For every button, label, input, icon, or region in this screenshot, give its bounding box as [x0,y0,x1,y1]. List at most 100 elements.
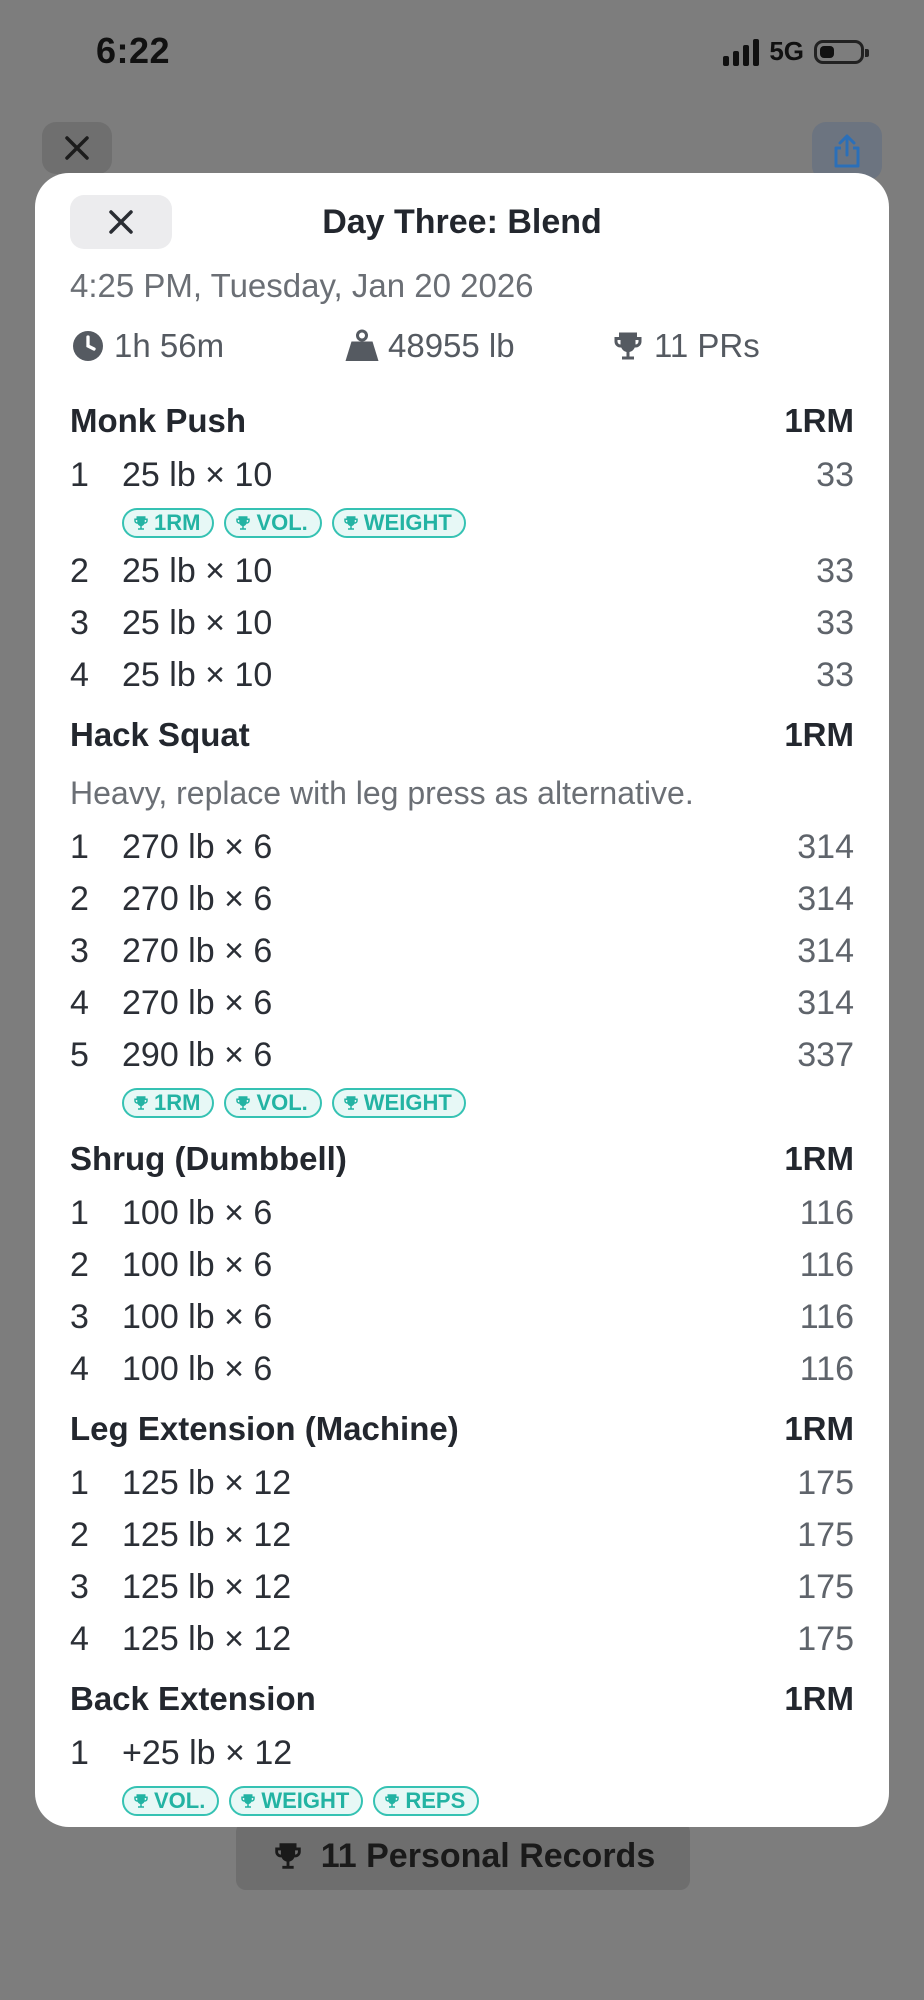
prs-value: 11 PRs [654,327,760,364]
set-estimated-1rm: 116 [799,1349,854,1388]
set-number: 1 [70,1193,89,1232]
set-row: 3 100 lb × 6 116 [70,1291,854,1343]
trophy-icon [134,516,148,530]
set-number: 3 [70,1297,89,1336]
share-icon [834,134,860,168]
network-label: 5G [769,36,804,66]
pr-badge: VOL. [122,1786,220,1816]
set-estimated-1rm: 116 [799,1193,854,1232]
set-row: 4 100 lb × 6 116 [70,1343,854,1395]
set-number: 2 [70,879,89,918]
exercise-block: Hack Squat 1RM Heavy, replace with leg pre… [70,707,854,1125]
weight-icon [345,329,379,361]
set-number: 1 [70,1463,89,1502]
exercise-header[interactable]: Shrug (Dumbbell) 1RM [70,1131,854,1187]
set-estimated-1rm: 314 [797,879,854,918]
set-weight-reps: 100 lb × 6 [122,1297,273,1336]
set-row: 4 270 lb × 6 314 [70,977,854,1029]
set-estimated-1rm: 175 [797,1619,854,1658]
set-number: 2 [70,551,89,590]
pr-badge: WEIGHT [331,508,466,538]
trophy-icon [385,1794,400,1808]
workout-stats: 1h 56m 48955 lb 11 PRs [70,327,854,371]
set-weight-reps: 100 lb × 6 [122,1349,273,1388]
pr-badge-label: WEIGHT [363,510,452,535]
exercise-metric-label: 1RM [784,716,854,753]
exercise-header[interactable]: Monk Push 1RM [70,393,854,449]
set-weight-reps: 100 lb × 6 [122,1193,273,1232]
set-number: 2 [70,1245,89,1284]
set-row: 1 100 lb × 6 116 [70,1187,854,1239]
pr-badge: WEIGHT [229,1786,364,1816]
set-number: 5 [70,1035,89,1074]
set-row: 3 125 lb × 12 175 [70,1561,854,1613]
set-weight-reps: 270 lb × 6 [122,931,273,970]
set-estimated-1rm: 116 [799,1297,854,1336]
set-row: 4 25 lb × 10 33 [70,649,854,701]
trophy-icon [134,1794,148,1808]
exercise-header[interactable]: Leg Extension (Machine) 1RM [70,1401,854,1457]
prs-stat: 11 PRs [610,327,760,365]
pr-badge-label: VOL. [256,510,308,535]
set-number: 4 [70,655,89,694]
battery-icon [814,39,869,64]
set-estimated-1rm: 314 [797,827,854,866]
set-weight-reps: 270 lb × 6 [122,983,273,1022]
exercise-name: Monk Push [70,402,247,439]
set-estimated-1rm: 314 [797,931,854,970]
trophy-icon [241,1794,256,1808]
set-number: 2 [70,1515,89,1554]
set-number: 4 [70,1349,89,1388]
set-weight-reps: 125 lb × 12 [122,1515,292,1554]
set-row: 1 +25 lb × 12 [70,1727,854,1779]
set-number: 1 [70,455,89,494]
set-weight-reps: 270 lb × 6 [122,879,273,918]
exercise-block: Back Extension 1RM 1 +25 lb × 12 VOL. WEIGHT R… [70,1671,854,1823]
close-icon [65,136,89,160]
pr-badge: 1RM [122,1088,215,1118]
exercise-metric-label: 1RM [784,402,854,439]
exercise-header[interactable]: Hack Squat 1RM [70,707,854,763]
set-weight-reps: 100 lb × 6 [122,1245,273,1284]
set-weight-reps: 125 lb × 12 [122,1567,292,1606]
exercise-note: Heavy, replace with leg press as alterna… [70,774,694,811]
signal-icon [723,38,760,66]
pr-badge-label: 1RM [154,510,201,535]
set-estimated-1rm: 33 [816,455,854,494]
pr-badge: WEIGHT [331,1088,466,1118]
background-close-button [42,122,112,174]
pr-badge-label: REPS [405,1788,466,1813]
exercise-name: Hack Squat [70,716,250,753]
pr-badge: REPS [373,1786,480,1816]
set-number: 1 [70,827,89,866]
pr-badges: VOL. WEIGHT REPS [70,1779,854,1823]
set-row: 3 270 lb × 6 314 [70,925,854,977]
workout-datetime: 4:25 PM, Tuesday, Jan 20 2026 [70,267,534,304]
exercise-block: Shrug (Dumbbell) 1RM 1 100 lb × 6 116 2 100 lb… [70,1131,854,1395]
workout-detail-modal: Day Three: Blend 4:25 PM, Tuesday, Jan 2… [35,173,889,1827]
set-weight-reps: 25 lb × 10 [122,551,273,590]
exercise-header[interactable]: Back Extension 1RM [70,1671,854,1727]
set-estimated-1rm: 116 [799,1245,854,1284]
set-number: 3 [70,931,89,970]
background-share-button [812,122,882,180]
set-estimated-1rm: 33 [816,551,854,590]
set-row: 1 25 lb × 10 33 [70,449,854,501]
exercise-name: Back Extension [70,1680,316,1717]
records-label: 11 Personal Records [320,1836,656,1875]
set-estimated-1rm: 175 [797,1463,854,1502]
pr-badges: 1RM VOL. WEIGHT [70,501,854,545]
set-weight-reps: 125 lb × 12 [122,1463,292,1502]
exercise-name: Shrug (Dumbbell) [70,1140,347,1177]
trophy-icon [274,1843,301,1869]
set-row: 2 100 lb × 6 116 [70,1239,854,1291]
status-indicators: 5G [723,36,869,67]
set-row: 2 125 lb × 12 175 [70,1509,854,1561]
set-weight-reps: 25 lb × 10 [122,455,273,494]
set-number: 4 [70,983,89,1022]
exercise-block: Monk Push 1RM 1 25 lb × 10 33 1RM VOL. WEIGHT 2 2… [70,393,854,701]
pr-badge-label: VOL. [154,1788,206,1813]
set-row: 1 125 lb × 12 175 [70,1457,854,1509]
set-weight-reps: 25 lb × 10 [122,655,273,694]
status-time: 6:22 [96,30,171,71]
